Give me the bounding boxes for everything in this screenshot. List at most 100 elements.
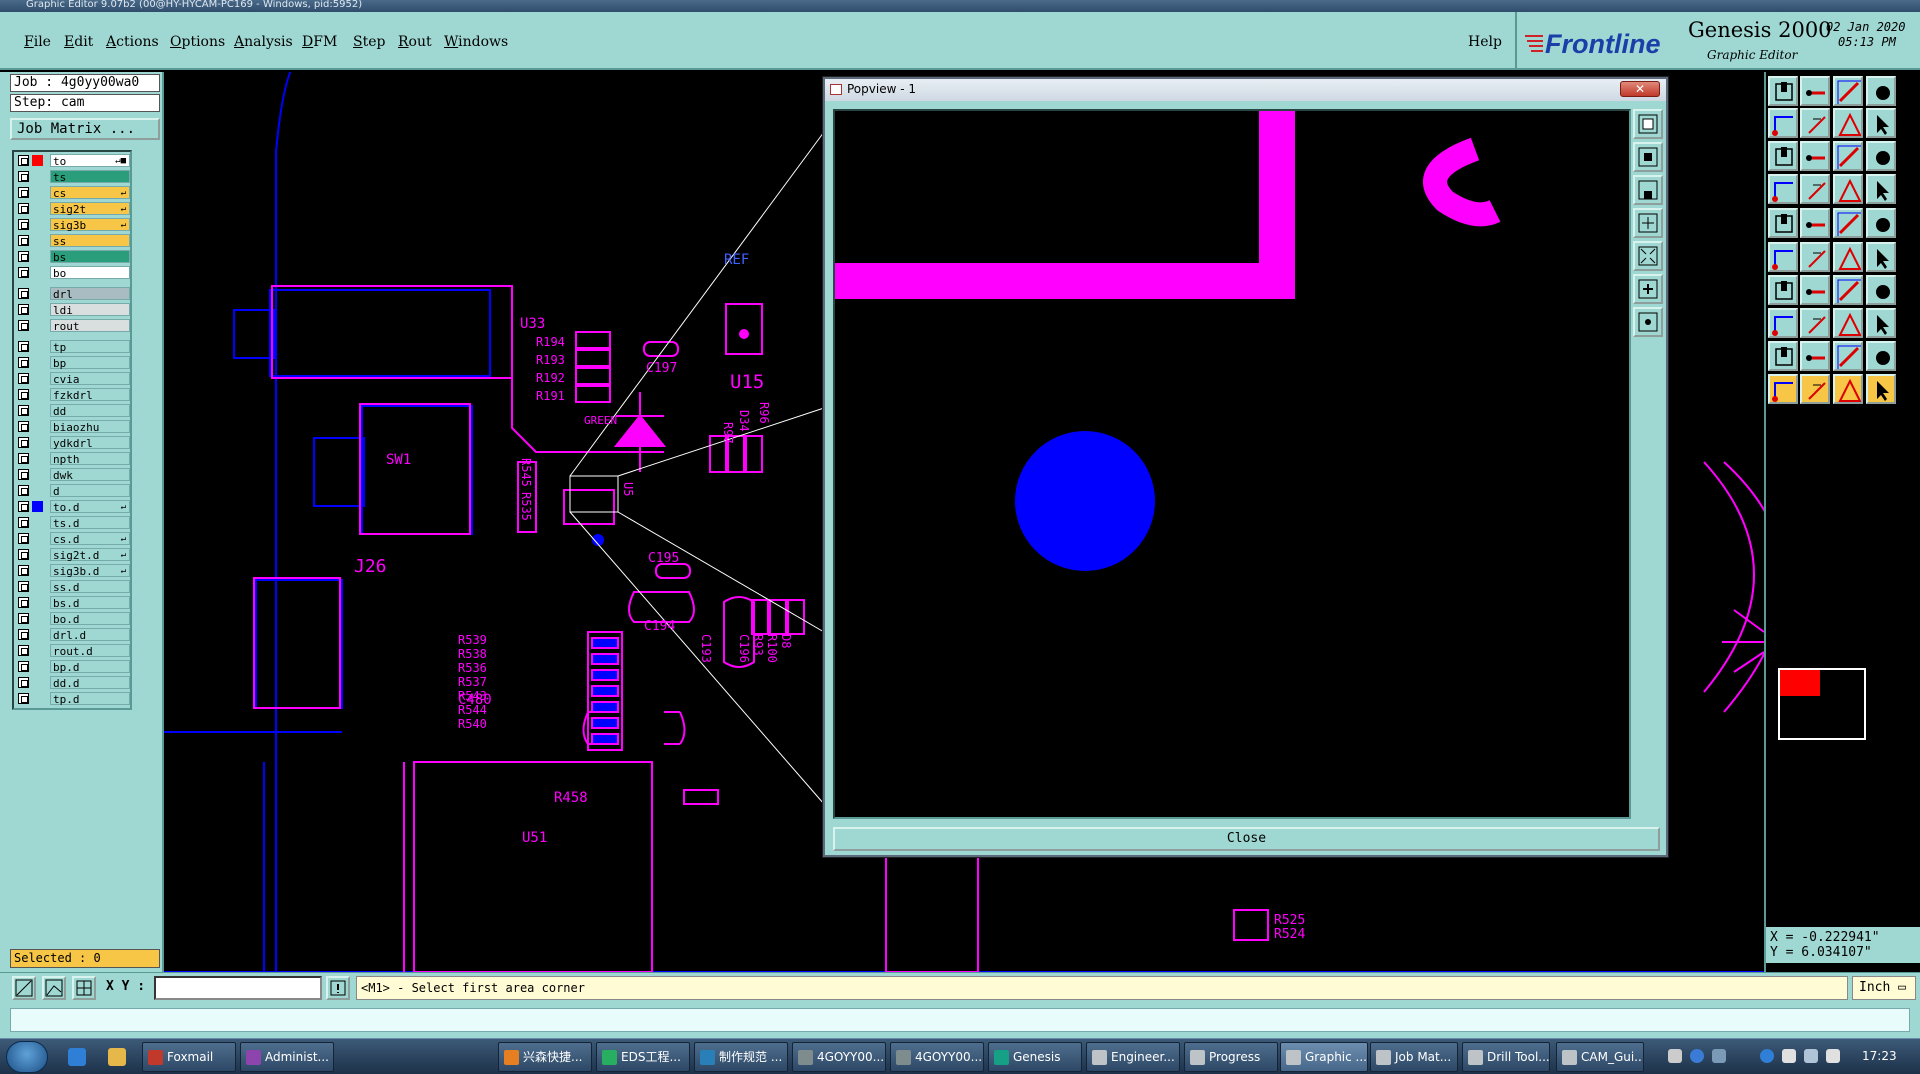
measure-icon[interactable] <box>42 976 66 1000</box>
layer-name[interactable]: drl <box>50 287 130 301</box>
layer-row-ydkdrl[interactable]: ydkdrl <box>16 436 130 450</box>
layer-row-rout[interactable]: rout <box>16 319 130 333</box>
layer-name[interactable]: rout <box>50 319 130 333</box>
cursor-path-icon[interactable] <box>1866 374 1896 404</box>
layer-name[interactable]: biaozhu <box>50 420 130 434</box>
layer-checkbox[interactable] <box>18 485 29 496</box>
menu-analysis[interactable]: Analysis <box>234 34 293 50</box>
layer-row-cs[interactable]: cs ↵ <box>16 186 130 200</box>
taskbar-item[interactable]: Progress <box>1184 1042 1278 1072</box>
zoom-in-icon[interactable] <box>1768 141 1798 171</box>
layer-row-bs.d[interactable]: bs.d <box>16 596 130 610</box>
layer-row-cs.d[interactable]: cs.d ↵ <box>16 532 130 546</box>
start-button-icon[interactable] <box>6 1041 48 1073</box>
layer-row-tp.d[interactable]: tp.d <box>16 692 130 706</box>
triangle-c-icon[interactable] <box>1866 341 1896 371</box>
menu-step[interactable]: Step <box>353 34 385 50</box>
layer-checkbox[interactable] <box>18 437 29 448</box>
link-icon[interactable] <box>1833 242 1863 272</box>
layer-name[interactable]: npth <box>50 452 130 466</box>
taskbar-item[interactable]: Genesis <box>988 1042 1082 1072</box>
layer-row-dd[interactable]: dd <box>16 404 130 418</box>
layer-name[interactable]: cs ↵ <box>50 186 130 200</box>
layer-row-bo[interactable]: bo <box>16 266 130 280</box>
layer-checkbox[interactable] <box>18 357 29 368</box>
layer-checkbox[interactable] <box>18 421 29 432</box>
layer-name[interactable]: ts <box>50 170 130 184</box>
layer-checkbox[interactable] <box>18 469 29 480</box>
layer-row-ss[interactable]: ss <box>16 234 130 248</box>
menu-windows[interactable]: Windows <box>444 34 508 50</box>
layer-name[interactable]: cs.d ↵ <box>50 532 130 546</box>
layer-name[interactable]: sig2t.d ↵ <box>50 548 130 562</box>
display-icon[interactable] <box>1804 1049 1818 1063</box>
home-view-icon[interactable] <box>1768 76 1798 106</box>
taskbar-item[interactable]: Foxmail <box>142 1042 236 1072</box>
taskbar-item[interactable]: Engineer... <box>1086 1042 1180 1072</box>
copy-icon[interactable] <box>1866 308 1896 338</box>
layer-name[interactable]: ss <box>50 234 130 248</box>
flip-icon[interactable] <box>1866 275 1896 305</box>
layer-row-bs[interactable]: bs <box>16 250 130 264</box>
taskbar-item[interactable]: 制作规范 ... <box>694 1042 788 1072</box>
popview-center-icon[interactable] <box>1633 307 1663 337</box>
layer-row-npth[interactable]: npth <box>16 452 130 466</box>
layer-row-sig3b.d[interactable]: sig3b.d ↵ <box>16 564 130 578</box>
job-matrix-button[interactable]: Job Matrix ... <box>10 118 160 140</box>
layer-name[interactable]: dwk <box>50 468 130 482</box>
layer-row-to.d[interactable]: to.d ↵ <box>16 500 130 514</box>
layer-checkbox[interactable] <box>18 203 29 214</box>
window-view-icon[interactable] <box>1866 76 1896 106</box>
taskbar-item[interactable]: Administ... <box>240 1042 334 1072</box>
popview-expand-icon[interactable] <box>1633 274 1663 304</box>
layer-row-bp[interactable]: bp <box>16 356 130 370</box>
nodes-icon[interactable] <box>1866 242 1896 272</box>
layer-name[interactable]: sig3b.d ↵ <box>50 564 130 578</box>
network-globe-icon[interactable] <box>1760 1049 1774 1063</box>
layer-name[interactable]: bp <box>50 356 130 370</box>
layer-name[interactable]: to.d ↵ <box>50 500 130 514</box>
folder-icon[interactable] <box>108 1048 126 1066</box>
xy-input[interactable] <box>154 976 322 1000</box>
layer-checkbox[interactable] <box>18 565 29 576</box>
ruler-icon[interactable] <box>1833 208 1863 238</box>
layer-checkbox[interactable] <box>18 155 29 166</box>
layer-checkbox[interactable] <box>18 549 29 560</box>
layer-checkbox[interactable] <box>18 629 29 640</box>
edit-line-icon[interactable] <box>1768 275 1798 305</box>
layer-checkbox[interactable] <box>18 533 29 544</box>
layer-row-sig2t[interactable]: sig2t ↵ <box>16 202 130 216</box>
help-icon[interactable] <box>1690 1049 1704 1063</box>
cross-icon[interactable] <box>1800 242 1830 272</box>
layer-checkbox[interactable] <box>18 267 29 278</box>
taskbar-item[interactable]: Drill Tool... <box>1462 1042 1550 1072</box>
keyboard-icon[interactable] <box>1668 1049 1682 1063</box>
layer-row-dwk[interactable]: dwk <box>16 468 130 482</box>
menu-dfm[interactable]: DFM <box>302 34 337 50</box>
triangle-a-icon[interactable] <box>1800 341 1830 371</box>
menu-actions[interactable]: Actions <box>106 34 159 50</box>
layer-name[interactable]: ts.d <box>50 516 130 530</box>
popview-title-bar[interactable]: Popview - 1 ✕ <box>825 79 1666 101</box>
volume-icon[interactable] <box>1826 1049 1840 1063</box>
layer-row-drl.d[interactable]: drl.d <box>16 628 130 642</box>
layer-checkbox[interactable] <box>18 677 29 688</box>
line-tool-icon[interactable] <box>1800 174 1830 204</box>
layer-name[interactable]: ydkdrl <box>50 436 130 450</box>
layer-checkbox[interactable] <box>18 288 29 299</box>
language-icon[interactable] <box>1712 1049 1726 1063</box>
triangle-icon[interactable] <box>1768 341 1798 371</box>
popview-close-icon[interactable]: ✕ <box>1620 81 1660 97</box>
layer-checkbox[interactable] <box>18 389 29 400</box>
popview-fit-icon[interactable] <box>1633 241 1663 271</box>
layer-row-sig2t.d[interactable]: sig2t.d ↵ <box>16 548 130 562</box>
layer-checkbox[interactable] <box>18 187 29 198</box>
layer-row-ts[interactable]: ts <box>16 170 130 184</box>
triangle-b-icon[interactable] <box>1833 341 1863 371</box>
menu-rout[interactable]: Rout <box>398 34 432 50</box>
zoom-fit-icon[interactable] <box>1800 141 1830 171</box>
layer-name[interactable]: sig2t ↵ <box>50 202 130 216</box>
popview-zoom-out-icon[interactable] <box>1633 175 1663 205</box>
popview-zoom-home-icon[interactable] <box>1633 109 1663 139</box>
highlight-icon[interactable] <box>1800 208 1830 238</box>
